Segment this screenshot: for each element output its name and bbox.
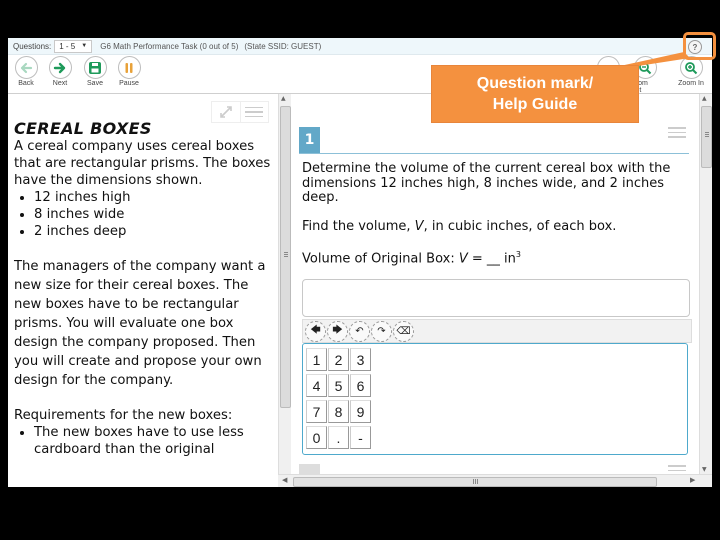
save-button[interactable]: Save [80, 56, 110, 87]
keypad-key[interactable]: - [350, 426, 371, 449]
passage-paragraph-2: The managers of the company want a new s… [14, 259, 266, 388]
next-label: Next [52, 80, 68, 87]
volume-variable: V [458, 251, 468, 267]
scroll-right-icon[interactable]: ▶ [690, 476, 695, 484]
scroll-up-icon[interactable]: ▲ [281, 95, 286, 102]
keypad-key[interactable]: 2 [328, 348, 349, 371]
expand-icon [219, 106, 232, 118]
questions-select[interactable]: 1 - 5 ▼ [54, 39, 93, 53]
grip-icon [473, 479, 478, 484]
top-bar: Questions: 1 - 5 ▼ G6 Math Performance T… [8, 38, 712, 55]
keypad-key[interactable]: 9 [350, 400, 371, 423]
passage-title: CEREAL BOXES [14, 119, 152, 138]
save-icon [83, 56, 107, 79]
instruction-suffix: , in cubic inches, of each box. [423, 218, 617, 234]
save-label: Save [87, 80, 103, 87]
passage-scroll-thumb[interactable] [280, 106, 291, 408]
backspace-button[interactable]: ⌫ [393, 320, 414, 342]
task-title: G6 Math Performance Task (0 out of 5) [100, 41, 239, 51]
callout-line-1: Question mark/ [476, 75, 594, 92]
grip-icon [705, 132, 709, 138]
equation-editor-nav: 🡄 🡆 ↶ ↷ ⌫ [302, 319, 692, 343]
hamburger-icon [668, 465, 686, 471]
keypad-key[interactable]: 1 [306, 348, 327, 371]
question-scrollbar[interactable]: ▲ ▼ [699, 94, 712, 474]
hamburger-icon [668, 127, 686, 138]
question-scroll-thumb[interactable] [701, 106, 712, 168]
undo-button[interactable]: ↶ [349, 320, 370, 342]
scroll-left-icon[interactable]: ◀ [282, 476, 287, 484]
keypad-key[interactable]: 4 [306, 374, 327, 397]
pause-button[interactable]: Pause [114, 56, 144, 87]
dimension-item: 2 inches deep [34, 223, 276, 240]
question-prompt: Determine the volume of the current cere… [302, 161, 671, 205]
scroll-up-icon[interactable]: ▲ [702, 95, 707, 102]
back-label: Back [18, 80, 34, 87]
cursor-right-button[interactable]: 🡆 [327, 320, 348, 342]
requirements-heading: Requirements for the new boxes: [14, 408, 233, 423]
backspace-icon: ⌫ [396, 325, 411, 337]
passage-intro: A cereal company uses cereal boxes that … [14, 139, 271, 188]
question-divider [299, 153, 689, 154]
right-arrow-icon: 🡆 [332, 324, 343, 336]
zoom-in-label: Zoom In [678, 80, 704, 87]
hamburger-icon [245, 104, 264, 121]
left-arrow-icon: 🡄 [310, 324, 321, 336]
chevron-down-icon: ▼ [81, 43, 88, 49]
horizontal-scrollbar[interactable]: ◀ ▶ [278, 474, 712, 487]
keypad-key[interactable]: 3 [350, 348, 371, 371]
pause-label: Pause [119, 80, 139, 87]
dimension-item: 8 inches wide [34, 206, 276, 223]
question-menu-button[interactable] [668, 124, 686, 141]
volume-variable: V [414, 218, 424, 234]
requirements-list: The new boxes have to use less cardboard… [14, 424, 276, 458]
callout-line-2: Help Guide [492, 96, 578, 113]
cubic-exponent: 3 [515, 250, 521, 259]
scroll-down-icon[interactable]: ▼ [702, 466, 707, 473]
keypad-key[interactable]: 5 [328, 374, 349, 397]
redo-icon: ↷ [377, 325, 386, 337]
passage-content: CEREAL BOXES A cereal company uses cerea… [14, 119, 276, 458]
next-arrow-icon [48, 56, 72, 79]
keypad-key[interactable]: 7 [306, 400, 327, 423]
help-highlight-frame [683, 32, 716, 60]
volume-equals: = __ in [467, 251, 516, 267]
questions-label: Questions: [13, 41, 52, 51]
volume-label: Volume of Original Box: [302, 251, 459, 267]
back-arrow-icon [14, 56, 38, 79]
question-pane: 1 Determine the volume of the current ce… [291, 94, 699, 474]
question-instruction: Find the volume, V, in cubic inches, of … [302, 218, 687, 235]
number-keypad: 1234567890.- [302, 343, 688, 455]
passage-scrollbar[interactable]: ▲ ▼ [278, 94, 291, 484]
questions-select-value: 1 - 5 [59, 41, 76, 51]
student-ssid: (State SSID: GUEST) [244, 41, 322, 51]
question-number: 1 [299, 127, 320, 153]
undo-icon: ↶ [355, 325, 364, 337]
answer-input[interactable] [302, 279, 690, 317]
next-button[interactable]: Next [45, 56, 75, 87]
grip-icon [284, 252, 288, 258]
keypad-grid: 1234567890.- [306, 348, 371, 449]
question-text: Determine the volume of the current cere… [302, 161, 687, 281]
instruction-prefix: Find the volume, [302, 218, 415, 234]
dimensions-list: 12 inches high 8 inches wide 2 inches de… [14, 189, 276, 240]
keypad-key[interactable]: 0 [306, 426, 327, 449]
redo-button[interactable]: ↷ [371, 320, 392, 342]
zoom-in-button[interactable]: Zoom In [676, 56, 706, 87]
cursor-left-button[interactable]: 🡄 [305, 320, 326, 342]
keypad-key[interactable]: 6 [350, 374, 371, 397]
help-callout: Question mark/ Help Guide [432, 66, 638, 122]
pause-icon [117, 56, 141, 79]
back-button[interactable]: Back [11, 56, 41, 87]
dimension-item: 12 inches high [34, 189, 276, 206]
passage-pane: CEREAL BOXES A cereal company uses cerea… [8, 94, 278, 487]
keypad-key[interactable]: . [328, 426, 349, 449]
next-question-menu-button[interactable] [668, 462, 686, 474]
next-question-number [299, 464, 320, 474]
requirement-item: The new boxes have to use less cardboard… [34, 424, 276, 458]
keypad-key[interactable]: 8 [328, 400, 349, 423]
volume-equation: Volume of Original Box: V = __ in3 [302, 248, 687, 267]
